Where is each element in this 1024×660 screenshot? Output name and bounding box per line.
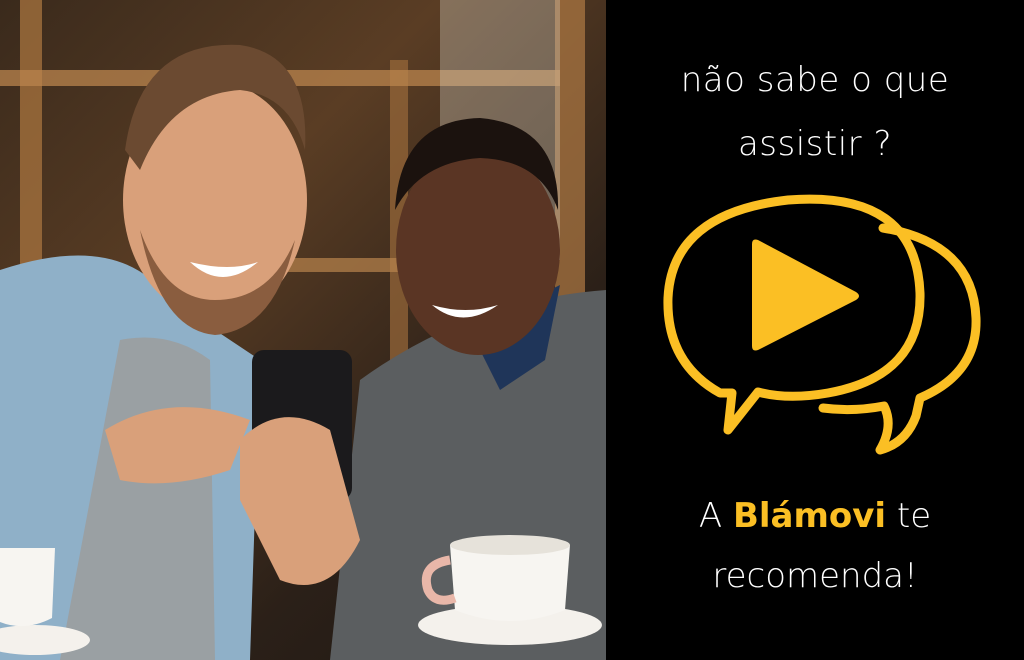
tagline-line-2: recomenda! — [712, 556, 918, 596]
tagline-line-1: A Blámovi te — [606, 486, 1024, 546]
tagline-suffix: te — [896, 496, 932, 536]
headline-line-2: assistir ? — [737, 124, 893, 164]
headline: não sabe o que assistir ? — [606, 48, 1024, 176]
play-speech-bubbles-icon — [663, 194, 981, 455]
promo-panel: não sabe o que assistir ? A Blámovi te r… — [606, 0, 1024, 660]
tagline: A Blámovi te recomenda! — [606, 486, 1024, 606]
two-men-laughing-at-phone-photo — [0, 0, 606, 660]
tagline-prefix: A — [698, 496, 723, 536]
brand-name: Blámovi — [732, 496, 887, 536]
headline-line-1: não sabe o que — [680, 60, 950, 100]
hero-photo — [0, 0, 606, 660]
